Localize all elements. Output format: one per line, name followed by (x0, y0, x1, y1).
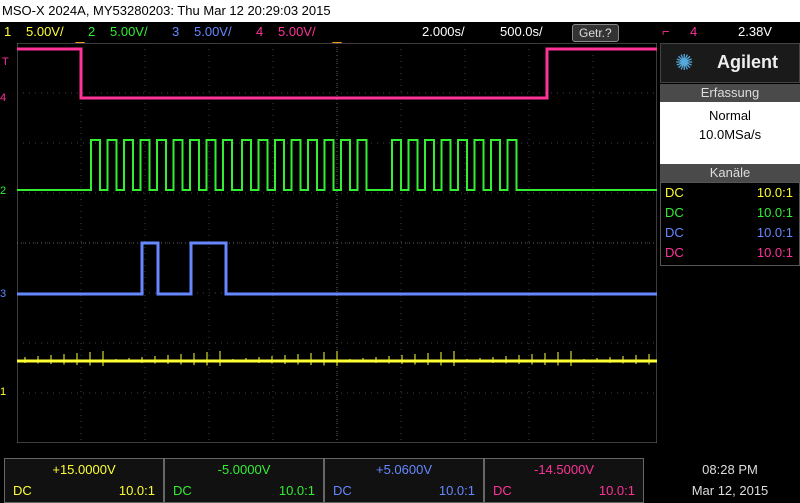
probe-ratio: 10.0:1 (438, 483, 475, 498)
probe-ratio: 10.0:1 (756, 245, 793, 260)
acq-rate: 10.0MSa/s (698, 127, 762, 142)
coupling: DC (665, 185, 684, 200)
probe-ratio: 10.0:1 (118, 483, 155, 498)
ch4-offset-softkey[interactable]: -14.5000V DC 10.0:1 (484, 458, 644, 503)
side-panel: ✺ Agilent Erfassung Normal 10.0MSa/s Kan… (660, 43, 800, 443)
ch2-label[interactable]: 2 (88, 22, 95, 42)
ch3-trace (17, 241, 657, 296)
offset-value: -5.0000V (217, 462, 271, 477)
coupling: DC (665, 205, 684, 220)
channel-row-1[interactable]: DC 10.0:1 (661, 183, 799, 203)
ch3-ground-marker[interactable]: 3 (0, 288, 6, 300)
coupling: DC (173, 483, 192, 498)
ch4-label[interactable]: 4 (256, 22, 263, 42)
ch1-ground-marker[interactable]: 1 (0, 386, 6, 398)
probe-ratio: 10.0:1 (598, 483, 635, 498)
brand-name: Agilent (717, 52, 778, 72)
trigger-channel[interactable]: 4 (690, 22, 697, 42)
agilent-spark-icon: ✺ (675, 50, 694, 75)
probe-ratio: 10.0:1 (756, 205, 793, 220)
ch1-scale[interactable]: 5.00V/ (26, 22, 64, 42)
channel-row-2[interactable]: DC 10.0:1 (661, 203, 799, 223)
acquisition-header[interactable]: Erfassung (660, 84, 800, 102)
brand-logo: ✺ Agilent (660, 43, 800, 83)
offset-value: -14.5000V (534, 462, 594, 477)
coupling: DC (665, 245, 684, 260)
coupling: DC (493, 483, 512, 498)
delay[interactable]: 500.0s/ (500, 22, 543, 42)
ch2-ground-marker[interactable]: 2 (0, 185, 6, 197)
probe-ratio: 10.0:1 (756, 225, 793, 240)
probe-ratio: 10.0:1 (756, 185, 793, 200)
clock-time: 08:28 PM (702, 462, 758, 477)
trigger-level-marker[interactable]: T (2, 56, 9, 68)
offset-value: +15.0000V (52, 462, 116, 477)
trigger-level[interactable]: 2.38V (738, 22, 772, 42)
channel-row-4[interactable]: DC 10.0:1 (661, 243, 799, 263)
ch2-scale[interactable]: 5.00V/ (110, 22, 148, 42)
ch4-ground-marker[interactable]: 4 (0, 92, 6, 104)
acq-mode: Normal (709, 108, 751, 123)
coupling: DC (665, 225, 684, 240)
clock: 08:28 PM Mar 12, 2015 (660, 458, 800, 503)
trigger-slope-icon: ⌐ (662, 24, 670, 39)
ch3-scale[interactable]: 5.00V/ (194, 22, 232, 42)
ch3-label[interactable]: 3 (172, 22, 179, 42)
clock-date: Mar 12, 2015 (691, 483, 769, 498)
timebase[interactable]: 2.000s/ (422, 22, 465, 42)
coupling: DC (333, 483, 352, 498)
channels-panel: DC 10.0:1 DC 10.0:1 DC 10.0:1 DC 10.0:1 (660, 182, 800, 266)
probe-ratio: 10.0:1 (278, 483, 315, 498)
ch4-scale[interactable]: 5.00V/ (278, 22, 316, 42)
channel-row-3[interactable]: DC 10.0:1 (661, 223, 799, 243)
trigger-mode-button[interactable]: Getr.? (572, 24, 619, 42)
coupling: DC (13, 483, 32, 498)
offset-value: +5.0600V (375, 462, 433, 477)
waveform-display[interactable] (16, 42, 658, 444)
acquisition-panel: Normal 10.0MSa/s (660, 102, 800, 164)
channels-header[interactable]: Kanäle (660, 164, 800, 182)
status-bar: 1 5.00V/ 2 5.00V/ 3 5.00V/ 4 5.00V/ 2.00… (0, 22, 800, 42)
ch2-offset-softkey[interactable]: -5.0000V DC 10.0:1 (164, 458, 324, 503)
ch3-offset-softkey[interactable]: +5.0600V DC 10.0:1 (324, 458, 484, 503)
waveform-svg (16, 42, 658, 444)
ch1-label[interactable]: 1 (4, 22, 11, 42)
title-bar: MSO-X 2024A, MY53280203: Thu Mar 12 20:2… (0, 0, 800, 22)
ch1-offset-softkey[interactable]: +15.0000V DC 10.0:1 (4, 458, 164, 503)
